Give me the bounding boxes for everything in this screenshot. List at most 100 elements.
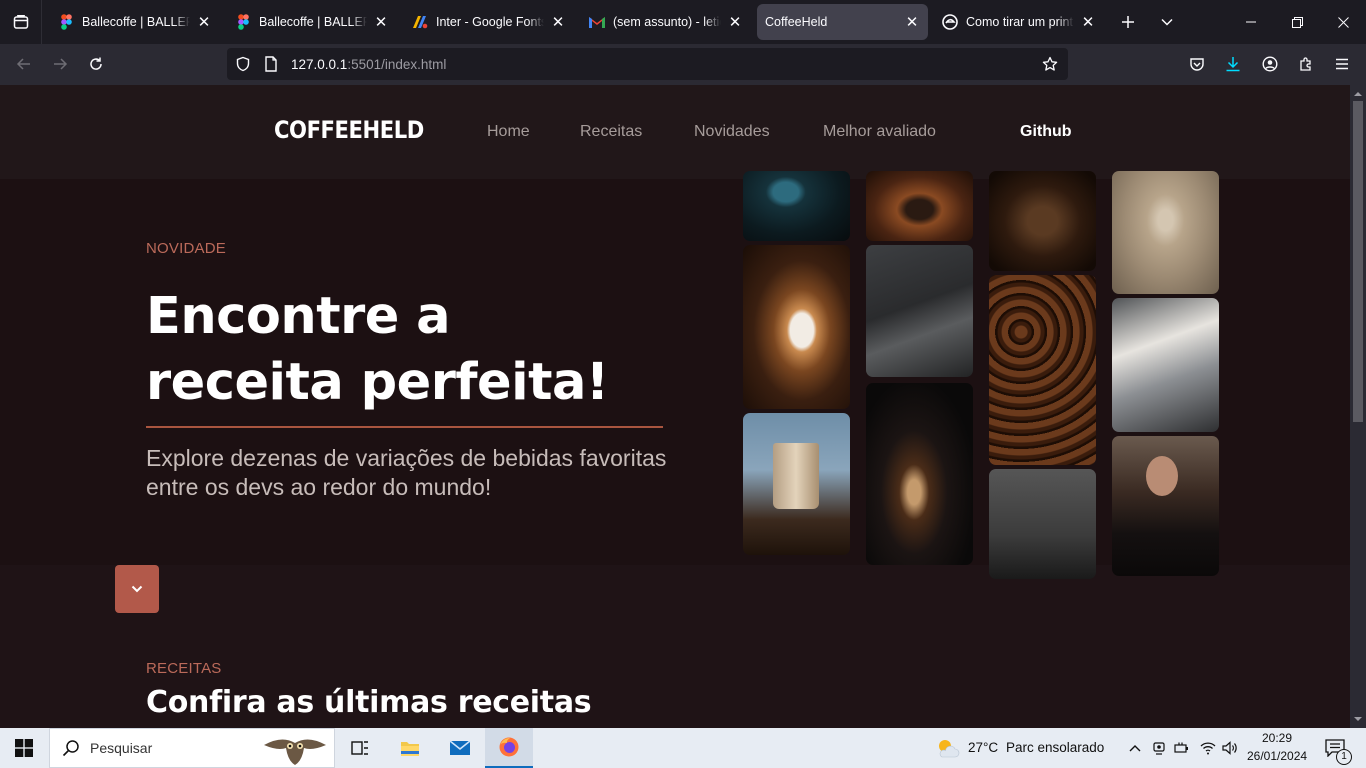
account-icon [1262, 56, 1278, 72]
plus-icon [1122, 16, 1134, 28]
reload-icon [90, 57, 102, 70]
pocket-icon [1190, 58, 1204, 71]
mail-button[interactable] [443, 728, 477, 768]
notifications-button[interactable]: 1 [1320, 728, 1352, 768]
hero-title: Encontre a receita perfeita! [146, 284, 686, 416]
volume-button[interactable] [1220, 728, 1240, 768]
close-icon [1337, 16, 1349, 28]
coffee-cup-shape [773, 443, 819, 509]
network-button[interactable] [1198, 728, 1218, 768]
clock-time[interactable]: 20:29 [1262, 731, 1292, 745]
menu-link-home[interactable]: Home [487, 123, 530, 141]
mail-icon [449, 740, 471, 755]
url-path: :5501/index.html [347, 56, 447, 72]
figma-icon [235, 14, 251, 30]
app-menu-button[interactable] [1326, 48, 1358, 80]
owl-search-highlight-icon [264, 739, 326, 765]
page-info-icon[interactable] [257, 48, 285, 80]
show-hidden-icons-button[interactable] [1125, 728, 1145, 768]
edge-icon [942, 14, 958, 30]
scrollbar-thumb[interactable] [1350, 101, 1366, 422]
power-plug-icon [1174, 742, 1188, 753]
partly-sunny-icon [939, 740, 960, 758]
close-tab-icon[interactable]: ✕ [904, 14, 920, 31]
puzzle-icon [1300, 57, 1311, 71]
recipes-eyebrow: RECEITAS [146, 660, 222, 677]
weather-description[interactable]: Parc ensolarado [1006, 740, 1104, 755]
close-tab-icon[interactable]: ✕ [373, 14, 389, 31]
clock-date[interactable]: 26/01/2024 [1247, 749, 1307, 763]
folder-icon [401, 742, 419, 756]
account-button[interactable] [1254, 48, 1286, 80]
tab-title: Como tirar um print sc [966, 15, 1074, 29]
browser-tab[interactable]: Ballecoffe | BALLERINE ✕ [227, 4, 397, 40]
browser-tab[interactable]: Ballecoffe | BALLERINE ✕ [50, 4, 220, 40]
close-tab-icon[interactable]: ✕ [1080, 14, 1096, 31]
tab-list-button[interactable] [1151, 6, 1183, 38]
coffee-beans-photo [989, 275, 1096, 465]
chevron-down-icon [131, 585, 143, 593]
tab-title: (sem assunto) - leticiag [613, 15, 721, 29]
browser-tab-active[interactable]: CoffeeHeld ✕ [757, 4, 928, 40]
extensions-button[interactable] [1290, 48, 1322, 80]
chevron-down-icon [1161, 18, 1173, 26]
task-view-button[interactable] [344, 728, 376, 768]
pocket-button[interactable] [1181, 48, 1213, 80]
list-all-tabs-button[interactable] [0, 0, 42, 44]
tab-title: CoffeeHeld [765, 15, 828, 29]
close-window-button[interactable] [1320, 0, 1366, 44]
search-placeholder: Pesquisar [90, 740, 153, 756]
battery-button[interactable] [1173, 728, 1191, 768]
weather-widget[interactable] [934, 728, 962, 768]
bookmark-star-icon[interactable] [1036, 48, 1064, 80]
browser-tab[interactable]: Como tirar um print sc ✕ [934, 4, 1104, 40]
new-tab-button[interactable] [1112, 6, 1144, 38]
downloads-button[interactable] [1217, 48, 1249, 80]
taskbar-search-input[interactable]: Pesquisar [49, 728, 335, 768]
firefox-taskbar-button[interactable] [485, 728, 533, 768]
hero-eyebrow: NOVIDADE [146, 240, 226, 257]
arrow-right-icon [54, 58, 68, 70]
browser-tab[interactable]: (sem assunto) - leticiag ✕ [581, 4, 751, 40]
tab-bar: Ballecoffe | BALLERINE ✕ Ballecoffe | BA… [0, 0, 1366, 44]
reload-button[interactable] [80, 48, 112, 80]
tracking-protection-icon[interactable] [229, 48, 257, 80]
url-host: 127.0.0.1 [291, 56, 348, 72]
minimize-button[interactable] [1228, 0, 1274, 44]
browser-tab[interactable]: Inter - Google Fonts ✕ [404, 4, 574, 40]
hero-section: NOVIDADE Encontre a receita perfeita! Ex… [0, 171, 1350, 579]
tab-overview-icon [13, 15, 28, 29]
weather-temperature[interactable]: 27°C [968, 740, 998, 755]
hero-title-line-1: Encontre a [146, 287, 451, 346]
task-view-icon [351, 741, 368, 755]
site-logo[interactable]: COFFEEHELD [274, 116, 424, 144]
coffee-photo [1112, 171, 1219, 294]
menu-link-receitas[interactable]: Receitas [580, 123, 642, 141]
coffee-photo [866, 245, 973, 377]
back-button[interactable] [8, 48, 40, 80]
hero-title-line-2: receita perfeita! [146, 353, 609, 412]
coffee-photo [989, 469, 1096, 579]
close-tab-icon[interactable]: ✕ [196, 14, 212, 31]
gmail-icon [589, 14, 605, 30]
speaker-icon [1222, 741, 1237, 755]
meet-now-button[interactable] [1150, 728, 1168, 768]
site-header: COFFEEHELD Home Receitas Novidades Melho… [0, 85, 1350, 179]
file-explorer-button[interactable] [393, 728, 427, 768]
forward-button[interactable] [44, 48, 76, 80]
firefox-icon [499, 737, 519, 757]
menu-link-melhor-avaliado[interactable]: Melhor avaliado [823, 123, 936, 141]
start-button[interactable] [0, 728, 48, 768]
close-tab-icon[interactable]: ✕ [550, 14, 566, 31]
navigation-toolbar: 127.0.0.1:5501/index.html [0, 44, 1366, 85]
search-icon [62, 740, 79, 757]
menu-link-novidades[interactable]: Novidades [694, 123, 770, 141]
address-bar[interactable]: 127.0.0.1:5501/index.html [227, 48, 1068, 80]
restore-button[interactable] [1274, 0, 1320, 44]
close-tab-icon[interactable]: ✕ [727, 14, 743, 31]
hero-subtitle: Explore dezenas de variações de bebidas … [146, 445, 667, 500]
scroll-down-button[interactable] [115, 565, 159, 613]
barista-photo [1112, 298, 1219, 432]
restore-icon [1291, 16, 1303, 28]
github-link[interactable]: Github [1020, 123, 1072, 141]
